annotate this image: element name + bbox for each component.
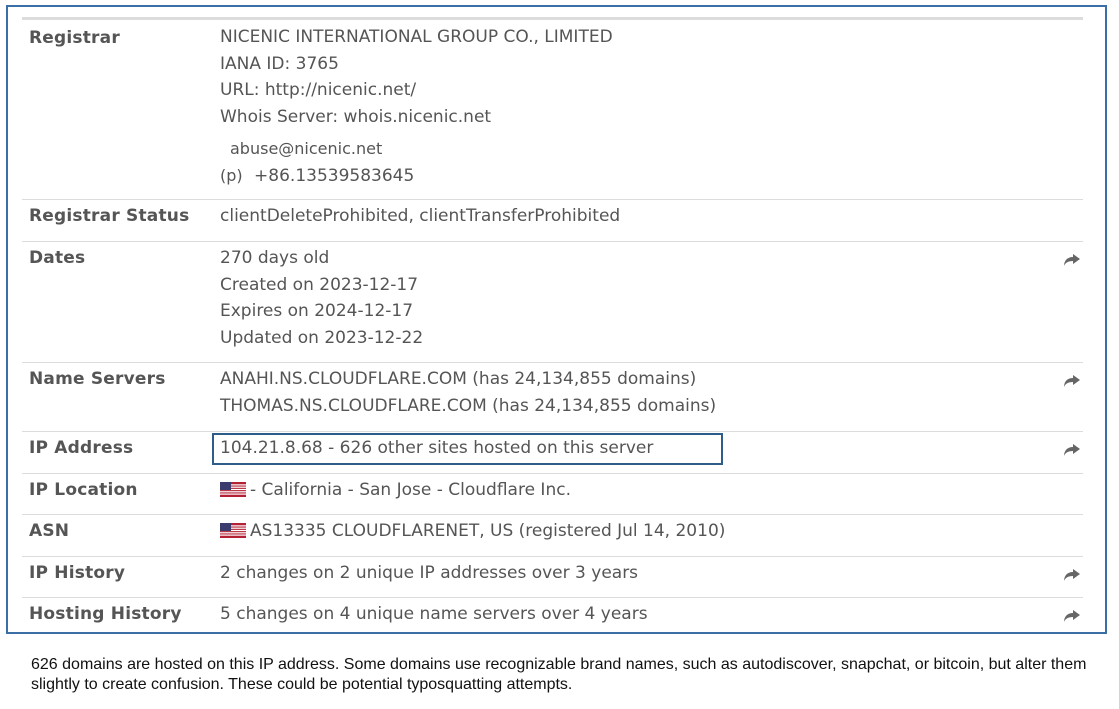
share-arrow-icon[interactable]: [1063, 609, 1081, 623]
ip-address-highlight-box: [212, 433, 723, 465]
dates-label: Dates: [29, 248, 86, 268]
caption-text: 626 domains are hosted on this IP addres…: [31, 656, 1087, 693]
ip-location-row: IP Location - California - San Jose - Cl…: [22, 473, 1083, 515]
dates-row: Dates 270 days old Created on 2023-12-17…: [22, 241, 1083, 363]
us-flag-icon: [220, 482, 246, 497]
ip-history-value[interactable]: 2 changes on 2 unique IP addresses over …: [220, 563, 638, 583]
ip-location-value: - California - San Jose - Cloudflare Inc…: [220, 480, 571, 500]
asn-text: AS13335 CLOUDFLARENET, US (registered Ju…: [250, 521, 726, 541]
dates-age: 270 days old: [220, 248, 330, 268]
share-arrow-icon[interactable]: [1063, 253, 1081, 267]
dates-value: 270 days old Created on 2023-12-17 Expir…: [220, 245, 423, 351]
name-servers-value: ANAHI.NS.CLOUDFLARE.COM (has 24,134,855 …: [220, 366, 716, 419]
registrar-row: Registrar NICENIC INTERNATIONAL GROUP CO…: [22, 20, 1083, 200]
ip-address-label: IP Address: [29, 438, 134, 458]
asn-row: ASN AS13335 CLOUDFLARENET, US (registere…: [22, 514, 1083, 557]
ip-location-label: IP Location: [29, 480, 138, 500]
registrar-whois: Whois Server: whois.nicenic.net: [220, 106, 492, 127]
ip-history-label: IP History: [29, 563, 126, 583]
registrar-phone-line: (p) +86.13539583645: [220, 163, 613, 190]
dates-created: Created on 2023-12-17: [220, 274, 419, 295]
asn-label: ASN: [29, 521, 70, 541]
us-flag-icon: [220, 523, 246, 538]
asn-value: AS13335 CLOUDFLARENET, US (registered Ju…: [220, 521, 725, 541]
registrar-url[interactable]: URL: http://nicenic.net/: [220, 77, 613, 104]
registrar-email[interactable]: abuse@nicenic.net: [220, 136, 613, 163]
whois-panel: Registrar NICENIC INTERNATIONAL GROUP CO…: [6, 5, 1107, 634]
name-server-2[interactable]: THOMAS.NS.CLOUDFLARE.COM (has 24,134,855…: [220, 393, 716, 420]
name-servers-row: Name Servers ANAHI.NS.CLOUDFLARE.COM (ha…: [22, 362, 1083, 432]
registrar-phone: +86.13539583645: [254, 165, 415, 186]
name-servers-label: Name Servers: [29, 369, 166, 389]
registrar-label: Registrar: [29, 28, 120, 48]
hosting-history-label: Hosting History: [29, 604, 182, 624]
registrar-name: NICENIC INTERNATIONAL GROUP CO., LIMITED: [220, 27, 613, 47]
phone-prefix: (p): [220, 165, 243, 185]
ip-history-row: IP History 2 changes on 2 unique IP addr…: [22, 556, 1083, 598]
dates-expires: Expires on 2024-12-17: [220, 301, 414, 321]
status-label: Registrar Status: [29, 206, 190, 226]
dates-updated: Updated on 2023-12-22: [220, 327, 424, 348]
registrar-iana: IANA ID: 3765: [220, 53, 339, 74]
name-server-1[interactable]: ANAHI.NS.CLOUDFLARE.COM (has 24,134,855 …: [220, 366, 716, 393]
share-arrow-icon[interactable]: [1063, 568, 1081, 582]
share-arrow-icon[interactable]: [1063, 443, 1081, 457]
share-arrow-icon[interactable]: [1063, 374, 1081, 388]
status-value: clientDeleteProhibited, clientTransferPr…: [220, 206, 621, 226]
registrar-value: NICENIC INTERNATIONAL GROUP CO., LIMITED…: [220, 24, 613, 189]
status-row: Registrar Status clientDeleteProhibited,…: [22, 199, 1083, 242]
hosting-history-value[interactable]: 5 changes on 4 unique name servers over …: [220, 604, 648, 624]
ip-location-text: - California - San Jose - Cloudflare Inc…: [250, 480, 571, 500]
hosting-history-row: Hosting History 5 changes on 4 unique na…: [22, 597, 1083, 633]
